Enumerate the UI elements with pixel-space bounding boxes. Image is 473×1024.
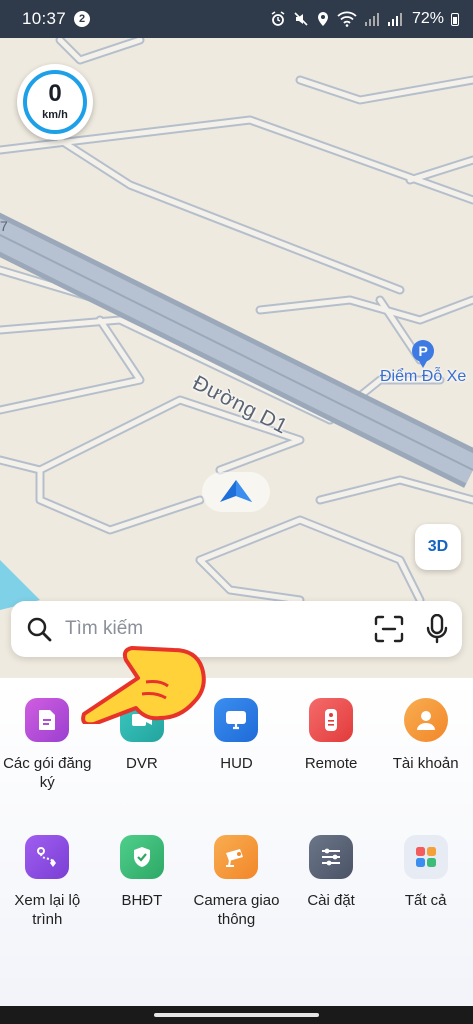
parking-icon: P — [412, 340, 435, 368]
search-input[interactable] — [65, 618, 355, 640]
signal-icon — [364, 13, 379, 26]
insurance-shield-icon — [119, 835, 164, 879]
shortcut-remote[interactable]: Remote — [284, 698, 379, 792]
shortcut-label: DVR — [126, 755, 158, 772]
shortcut-label: Remote — [304, 755, 358, 772]
notification-badge: 2 — [74, 11, 91, 27]
shortcut-traffic-camera[interactable]: Camera giao thông — [189, 835, 284, 929]
shortcut-insurance[interactable]: BHĐT — [95, 835, 190, 929]
shortcut-row-2: Xem lại lộ trình BHĐT Camera giao thông … — [0, 835, 473, 929]
shortcut-account[interactable]: Tài khoản — [378, 698, 473, 792]
shortcut-label: Tài khoản — [392, 755, 459, 772]
3d-toggle-button[interactable]: 3D — [415, 524, 461, 570]
parking-poi[interactable]: P Điểm Đỗ Xe — [380, 340, 466, 386]
status-icons: 72% — [270, 10, 459, 28]
map-edge-label: 7 — [0, 218, 8, 234]
all-apps-icon — [403, 835, 448, 879]
speed-value: 0 — [48, 80, 62, 107]
shortcut-settings[interactable]: Cài đặt — [284, 835, 379, 929]
microphone-icon[interactable] — [426, 614, 448, 644]
shortcut-all[interactable]: Tất cả — [378, 835, 473, 929]
battery-icon — [451, 12, 459, 26]
shortcut-label: Tất cả — [404, 892, 447, 909]
battery-percent: 72% — [411, 10, 444, 27]
shortcut-row-1: Các gói đăng ký DVR HUD Remote Tài khoản — [0, 698, 473, 792]
shortcut-label: Xem lại lộ trình — [14, 892, 81, 928]
navigation-arrow-icon — [220, 480, 252, 502]
status-time: 10:37 — [22, 9, 67, 28]
wifi-icon — [337, 11, 357, 27]
shortcut-label: BHĐT — [121, 892, 163, 909]
speed-unit: km/h — [42, 109, 68, 121]
pointing-hand-icon — [81, 646, 206, 724]
shortcut-label: Các gói đăng ký — [3, 755, 92, 791]
account-icon — [403, 698, 448, 742]
signal-icon-2 — [387, 13, 402, 26]
shortcut-label: HUD — [220, 755, 253, 772]
traffic-camera-icon — [214, 835, 259, 879]
home-indicator[interactable] — [0, 1006, 473, 1024]
search-icon — [27, 617, 52, 642]
mute-icon — [294, 12, 308, 26]
subscription-icon — [25, 698, 70, 742]
alarm-icon — [271, 11, 285, 26]
home-bar[interactable] — [154, 1013, 319, 1017]
speedometer: 0 km/h — [17, 64, 93, 140]
location-icon — [317, 12, 328, 26]
remote-icon — [309, 698, 354, 742]
current-location-marker — [202, 472, 270, 512]
shortcut-label: Cài đặt — [307, 892, 355, 909]
route-history-icon — [25, 835, 70, 879]
poi-label: Điểm Đỗ Xe — [380, 368, 467, 385]
status-bar: 10:37 2 72% — [0, 0, 473, 38]
scan-icon[interactable] — [374, 615, 404, 643]
hud-icon — [214, 698, 259, 742]
shortcut-route-history[interactable]: Xem lại lộ trình — [0, 835, 95, 929]
settings-sliders-icon — [309, 835, 354, 879]
shortcut-label: Camera giao thông — [193, 892, 280, 928]
